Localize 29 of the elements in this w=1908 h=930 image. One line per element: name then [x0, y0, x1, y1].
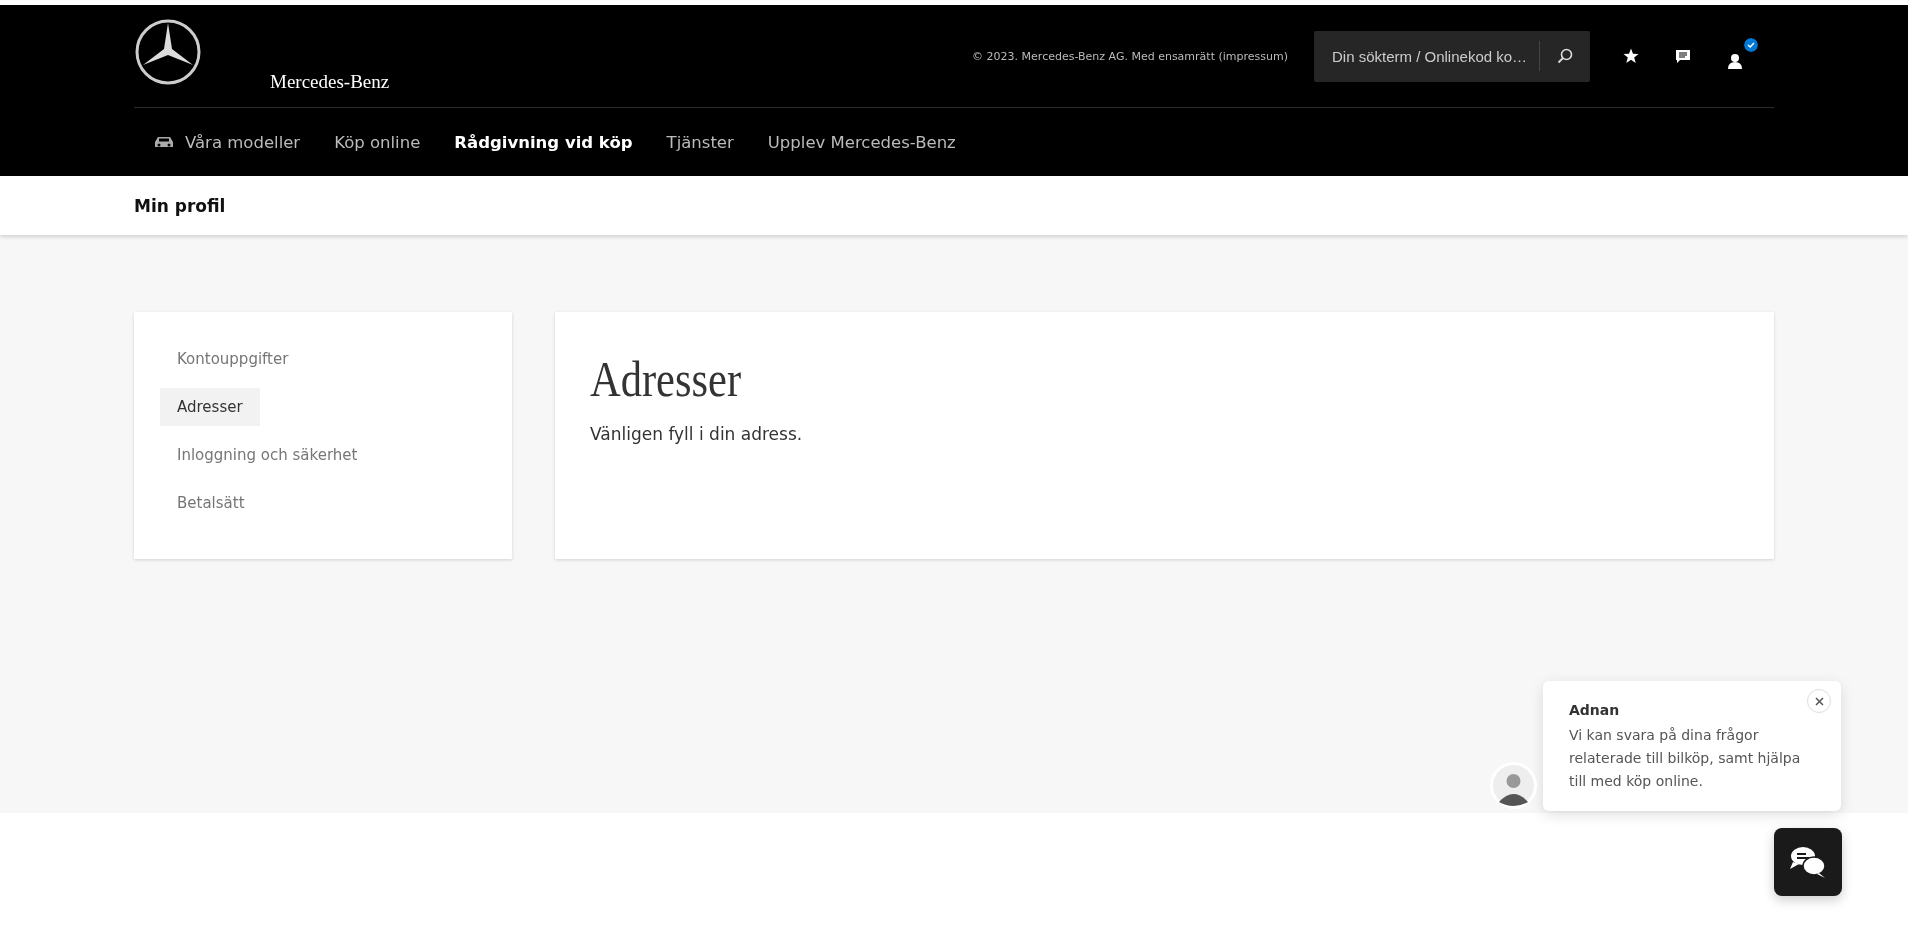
message-icon: [1675, 48, 1691, 64]
chat-button[interactable]: [1774, 828, 1842, 896]
close-button[interactable]: [1807, 689, 1831, 713]
nav-link[interactable]: Köp online: [334, 132, 421, 152]
user-icon: [1727, 53, 1743, 69]
star-icon: [1623, 48, 1639, 64]
nav-link[interactable]: Våra modeller: [153, 132, 301, 152]
chat-message: Vi kan svara på dina frågor relaterade till bilköp, samt hjälpa till med köp online.: [1569, 726, 1802, 791]
section-heading: Adresser: [590, 350, 743, 408]
nav-link[interactable]: Tjänster: [666, 132, 734, 152]
search-field[interactable]: Din sökterm / Onlinekod ko…: [1314, 30, 1590, 82]
close-icon: [1814, 696, 1824, 706]
sidebar-item[interactable]: Betalsätt: [160, 484, 262, 522]
sidebar-item[interactable]: Inloggning och säkerhet: [160, 436, 375, 474]
instruction-text: Vänligen fyll i din adress.: [590, 424, 803, 444]
brand-name: Mercedes-Benz: [270, 71, 390, 93]
nav-link[interactable]: Upplev Mercedes-Benz: [767, 132, 956, 152]
car-icon: [153, 135, 175, 149]
nav-link[interactable]: Rådgivning vid köp: [454, 132, 633, 152]
sidebar-item[interactable]: Kontouppgifter: [160, 340, 306, 378]
search-icon: [1557, 48, 1573, 64]
page-title: Min profil: [134, 195, 226, 216]
agent-name: Adnan: [1569, 702, 1620, 718]
nav-label: Våra modeller: [185, 132, 301, 152]
sidebar-item[interactable]: Adresser: [160, 388, 260, 426]
chat-icon: [1789, 845, 1827, 879]
avatar-icon: [1490, 762, 1537, 809]
star-logo[interactable]: [134, 18, 202, 86]
copyright-link[interactable]: © 2023. Mercedes-Benz AG. Med ensamrätt (impressum): [972, 49, 1288, 63]
